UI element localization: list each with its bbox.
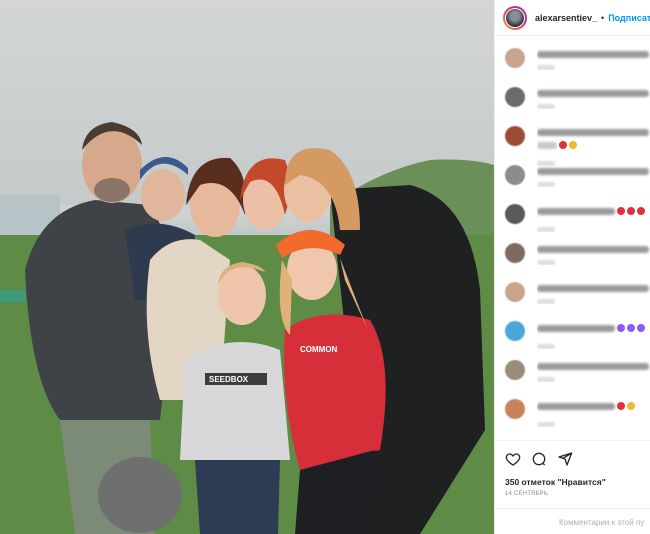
heart-icon[interactable] [505,451,521,467]
post-header: alexarsentiev_ • Подписаться [495,0,650,36]
emoji-icon [627,401,635,410]
comment-timestamp [537,182,555,187]
comment-item[interactable] [505,397,650,436]
comment-icon[interactable] [531,451,547,467]
comments-list[interactable] [495,36,650,438]
comment-item[interactable] [505,358,650,397]
comment-timestamp [537,260,555,265]
comment-avatar[interactable] [505,321,525,341]
post-actions: 350 отметок "Нравится" 14 СЕНТЯБРЬ [495,440,650,497]
emoji-icon [617,323,625,332]
comment-avatar[interactable] [505,126,525,146]
separator-dot: • [601,12,605,23]
follow-button[interactable]: Подписаться [608,13,650,23]
emoji-icon [637,323,645,332]
comment-text [537,46,650,70]
add-comment-input[interactable]: Комментарии к этой пу [495,508,650,534]
girl-red-top [284,314,386,470]
emoji-icon [617,206,625,215]
sweatshirt-print: SEEDBOX [209,375,249,384]
comment-text [537,319,650,349]
emoji-icon [559,140,567,149]
comment-avatar[interactable] [505,87,525,107]
comment-timestamp [537,227,555,232]
likes-count[interactable]: 350 отметок "Нравится" [505,477,640,487]
emoji-icon [569,140,577,149]
comment-item[interactable] [505,85,650,124]
comment-timestamp [537,377,555,382]
username-link[interactable]: alexarsentiev_ [535,13,597,23]
comment-text [537,241,650,265]
comment-item[interactable] [505,280,650,319]
comment-avatar[interactable] [505,399,525,419]
comment-item[interactable] [505,124,650,166]
comment-timestamp [537,344,555,349]
comment-item[interactable] [505,241,650,280]
comment-timestamp [537,65,555,70]
post-date: 14 СЕНТЯБРЬ [505,491,548,497]
comment-item[interactable] [505,319,650,358]
avatar-image [506,8,524,27]
family-photo-illustration: SEEDBOX COMMON [0,0,494,534]
comment-avatar[interactable] [505,282,525,302]
comment-avatar[interactable] [505,360,525,380]
comment-text [537,397,650,427]
comment-item[interactable] [505,163,650,202]
comment-text [537,163,650,187]
post-sidebar: alexarsentiev_ • Подписаться 350 отметок… [494,0,650,534]
boy-face [141,169,185,221]
comment-text [537,202,650,232]
comment-avatar[interactable] [505,165,525,185]
comment-timestamp [537,299,555,304]
top-print: COMMON [300,345,338,354]
small-boy-sweatshirt [180,342,290,460]
man-beard [94,178,130,202]
comment-item[interactable] [505,46,650,85]
comment-item[interactable] [505,202,650,241]
comment-timestamp [537,161,555,166]
small-boy-jeans [195,460,280,534]
comment-avatar[interactable] [505,243,525,263]
emoji-icon [617,401,625,410]
comment-text [537,280,650,304]
comment-timestamp [537,422,555,427]
emoji-icon [627,206,635,215]
comment-avatar[interactable] [505,204,525,224]
green-rail [0,290,25,302]
post-photo[interactable]: SEEDBOX COMMON [0,0,494,534]
emoji-icon [637,206,645,215]
comment-avatar[interactable] [505,48,525,68]
share-icon[interactable] [557,451,573,467]
comment-text [537,358,650,382]
cap-in-hand [98,457,182,533]
avatar[interactable] [503,5,527,30]
comment-text [537,124,650,166]
comment-timestamp [537,104,555,109]
emoji-icon [627,323,635,332]
comment-text [537,85,650,109]
